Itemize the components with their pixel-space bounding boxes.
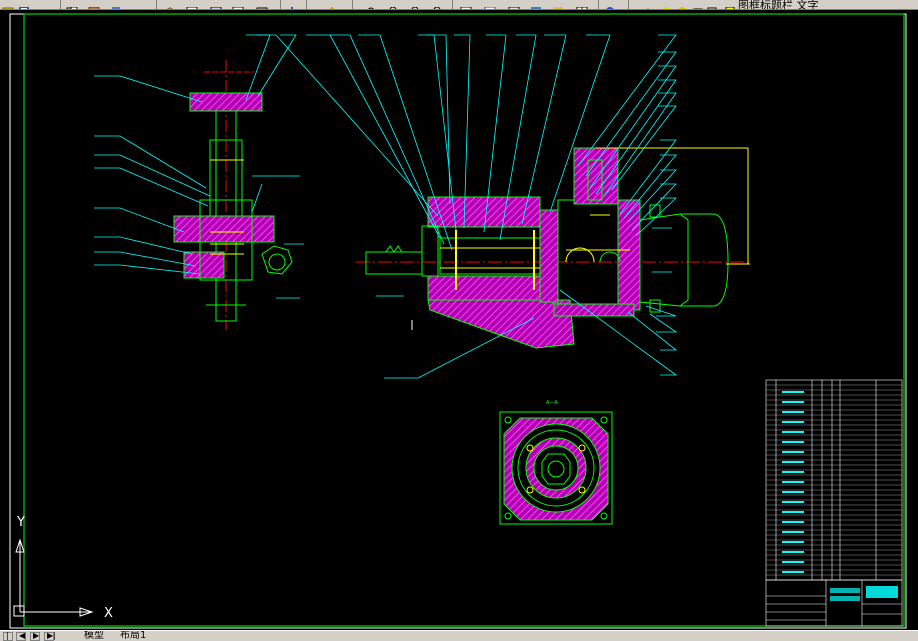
parts-list-entry-text [782, 571, 804, 573]
parts-list-entry-text [782, 481, 804, 483]
parts-list-entry-text [782, 391, 804, 393]
tool-icon[interactable] [552, 0, 564, 9]
toolbar-separator [598, 0, 599, 9]
parts-list-entry-text [782, 561, 804, 563]
undo-icon[interactable] [136, 0, 148, 8]
ucs-x-label: X [104, 606, 113, 621]
parts-list-entry-text [782, 421, 804, 423]
title-block [765, 579, 903, 627]
block-icon[interactable] [508, 0, 520, 9]
parts-list-entry-text [782, 501, 804, 503]
calculator-grid-icon[interactable] [576, 0, 588, 9]
parts-list-rows [766, 384, 902, 576]
pan-icon[interactable] [164, 0, 176, 9]
toolbar-separator [60, 0, 61, 9]
layer-lock-icon[interactable] [692, 0, 704, 9]
parts-list-entry-text [782, 541, 804, 543]
ucs-y-label: Y [16, 515, 25, 530]
toolbar-separator [628, 0, 629, 9]
parts-list-entry-text [782, 461, 804, 463]
table-icon[interactable] [484, 0, 496, 9]
layer-icon[interactable] [642, 0, 654, 9]
sheet-set-icon[interactable] [366, 0, 378, 9]
toolbar-separator [452, 0, 453, 9]
layer-name-dropdown[interactable]: 图框标题栏 文字 [738, 0, 819, 9]
parts-list-entry-text [782, 411, 804, 413]
parts-list-entry-text [782, 451, 804, 453]
properties-icon[interactable] [256, 0, 268, 9]
open-icon[interactable] [2, 0, 14, 9]
prev-tab-arrow-icon: ◀ [19, 631, 26, 640]
cut-icon[interactable] [36, 0, 48, 8]
layer-state-icon[interactable] [660, 0, 672, 9]
drawing-svg: A—A Y X [9, 13, 907, 629]
parts-list-entry-text [782, 511, 804, 513]
parts-list-entry-text [782, 441, 804, 443]
save-icon[interactable] [18, 0, 30, 9]
parts-list-entry-text [782, 401, 804, 403]
parts-list-entry-text [782, 531, 804, 533]
toolbar-separator [306, 0, 307, 9]
zoom-realtime-icon[interactable] [186, 0, 198, 9]
toolbar-separator [156, 0, 157, 9]
calculator-icon[interactable] [410, 0, 422, 9]
last-tab-arrow-icon: ▶| [47, 631, 56, 640]
standard-toolbar: 图框标题栏 文字 [0, 0, 918, 10]
next-tab-arrow-icon: ▶ [33, 631, 40, 640]
markup-icon[interactable] [388, 0, 400, 9]
parts-list-entry-text [782, 491, 804, 493]
zoom-extents-icon[interactable] [432, 0, 444, 9]
grid-icon[interactable] [460, 0, 472, 9]
drawing-canvas[interactable]: A—A Y X [0, 10, 918, 630]
help-icon[interactable] [604, 0, 616, 9]
parts-list-entry-text [782, 431, 804, 433]
section-a-a-label: A—A [546, 400, 558, 406]
layer-color-swatch-icon [724, 0, 736, 9]
outer-drawing-border [9, 13, 907, 629]
design-center-icon[interactable] [286, 0, 298, 9]
layer-manager-icon[interactable] [530, 0, 542, 9]
toolbar-separator [280, 0, 281, 9]
parts-list-entry-text [782, 521, 804, 523]
paste-icon[interactable] [88, 0, 100, 9]
section-a-a-view: A—A [499, 400, 613, 525]
zoom-previous-icon[interactable] [232, 0, 244, 9]
layer-freeze-icon[interactable] [676, 0, 688, 9]
left-view-shaft-assembly [173, 60, 293, 330]
parts-list-entry-text [782, 551, 804, 553]
zoom-window-icon[interactable] [210, 0, 222, 9]
copy-icon[interactable] [66, 0, 78, 9]
tool-palettes-icon[interactable] [326, 0, 338, 9]
layer-color-icon[interactable] [706, 0, 718, 9]
main-section-view [356, 147, 752, 349]
parts-list-entry-text [782, 471, 804, 473]
toolbar-separator [352, 0, 353, 9]
ucs-icon [13, 538, 94, 617]
layout-tab-bar: |◀ ◀ ▶ ▶| 模型 布局1 [0, 630, 918, 641]
match-properties-icon[interactable] [110, 0, 122, 9]
